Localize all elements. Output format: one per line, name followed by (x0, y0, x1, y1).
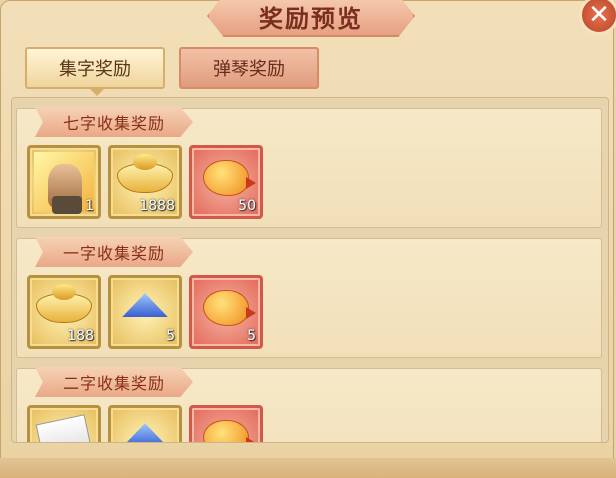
item-count: 5 (166, 328, 175, 344)
reward-item-fire-bird[interactable]: 5 (189, 275, 263, 349)
reward-section-two: 二字收集奖励 (16, 367, 602, 442)
tab-label: 集字奖励 (59, 59, 131, 80)
item-count: 50 (238, 198, 256, 214)
close-icon[interactable]: ✕ (579, 0, 616, 35)
item-count: 5 (247, 328, 256, 344)
reward-item-gold-ingot[interactable]: 1888 (108, 145, 182, 219)
reward-section-seven: 七字收集奖励 1 1888 50 (16, 107, 602, 228)
tab-label: 弹琴奖励 (213, 59, 285, 80)
section-title: 一字收集奖励 (35, 237, 193, 267)
fire-bird-icon (203, 289, 256, 326)
item-count: 1 (85, 198, 94, 214)
tab-piano-rewards[interactable]: 弹琴奖励 (179, 47, 319, 89)
gold-ingot-icon (117, 153, 173, 193)
bottom-trim (0, 458, 616, 478)
gold-ingot-icon (36, 283, 92, 323)
blue-hat-icon (122, 423, 168, 442)
reward-item-fire-bird[interactable] (189, 405, 263, 442)
blue-hat-icon (122, 293, 168, 318)
title-banner: 奖励预览 (207, 0, 415, 37)
reward-item-blue-hat[interactable] (108, 405, 182, 442)
reward-section-one: 一字收集奖励 188 5 5 (16, 237, 602, 358)
section-title: 二字收集奖励 (35, 367, 193, 397)
reward-item-fire-bird[interactable]: 50 (189, 145, 263, 219)
item-count: 188 (67, 328, 94, 344)
reward-item-blue-hat[interactable]: 5 (108, 275, 182, 349)
section-title: 七字收集奖励 (35, 107, 193, 137)
window-title: 奖励预览 (259, 4, 363, 33)
reward-item-gold-ingot[interactable]: 188 (27, 275, 101, 349)
item-count: 1888 (139, 198, 175, 214)
reward-item-scroll[interactable] (27, 405, 101, 442)
fire-bird-icon (203, 419, 256, 442)
tab-word-rewards[interactable]: 集字奖励 (25, 47, 165, 96)
fire-bird-icon (203, 159, 256, 196)
reward-list[interactable]: 七字收集奖励 1 1888 50 一字收集奖励 188 5 5 二字收集奖励 (11, 97, 609, 443)
reward-preview-window: 奖励预览 ✕ 集字奖励 弹琴奖励 七字收集奖励 1 1888 50 一字收集奖励… (0, 0, 616, 476)
reward-item-hero[interactable]: 1 (27, 145, 101, 219)
scroll-icon (35, 414, 93, 442)
